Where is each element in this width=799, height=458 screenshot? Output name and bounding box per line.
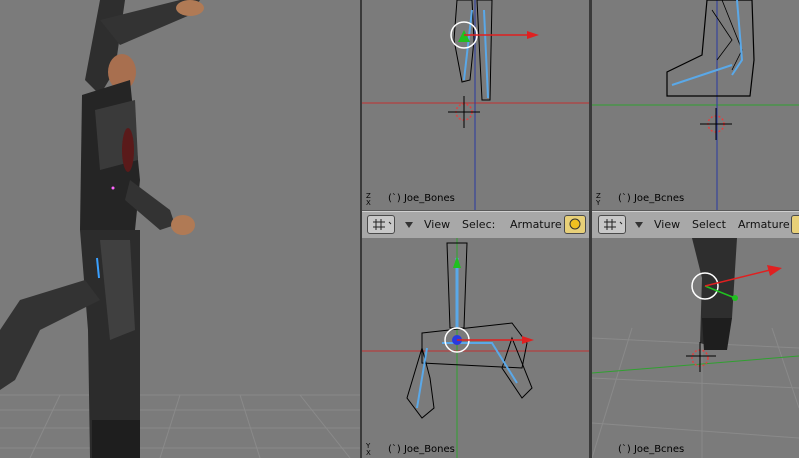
lock-icon-button[interactable] (564, 215, 586, 234)
character-model-render (0, 0, 360, 458)
camera-viewport[interactable]: (`) Joe_Bcnes (592, 238, 799, 458)
grid-icon (373, 219, 392, 230)
top-view-armature (362, 238, 589, 458)
perspective-viewport-left[interactable] (0, 0, 360, 458)
view-menu[interactable]: View (424, 215, 450, 234)
viewport-header-left: View Selec: Armature (362, 211, 589, 239)
camera-view-armature (592, 238, 799, 458)
smiley-lock-icon (569, 218, 581, 230)
object-label-top: (`) Joe_Bones (388, 444, 455, 455)
side-view-armature (592, 0, 799, 210)
window-type-menu[interactable] (367, 215, 395, 234)
select-menu-right[interactable]: Select (692, 215, 726, 234)
object-label-camera: (`) Joe_Bcnes (618, 444, 685, 455)
front-viewport[interactable]: Z X (`) Joe_Bones (362, 0, 589, 210)
object-label-side: (`) Joe_Bcnes (618, 193, 685, 204)
grid-icon (604, 219, 623, 230)
select-menu[interactable]: Selec: (462, 215, 495, 234)
axis-indicator-front: Z X (366, 192, 371, 207)
window-type-menu-right[interactable] (598, 215, 626, 234)
axis-indicator-top: Y X (366, 442, 371, 457)
armature-menu-right[interactable]: Armature (738, 215, 790, 234)
object-label-front: (`) Joe_Bones (388, 193, 455, 204)
collapse-menus-icon-right[interactable] (635, 222, 643, 228)
front-view-armature (362, 0, 589, 210)
lock-icon-button-right[interactable] (791, 215, 799, 234)
viewport-header-right: View Select Armature (592, 211, 799, 239)
axis-indicator-side: Z Y (596, 192, 601, 207)
armature-menu[interactable]: Armature (510, 215, 562, 234)
top-viewport[interactable]: Y X (`) Joe_Bones (362, 238, 589, 458)
side-viewport[interactable]: Z Y (`) Joe_Bcnes (592, 0, 799, 210)
view-menu-right[interactable]: View (654, 215, 680, 234)
floor-grid (0, 394, 360, 458)
collapse-menus-icon[interactable] (405, 222, 413, 228)
